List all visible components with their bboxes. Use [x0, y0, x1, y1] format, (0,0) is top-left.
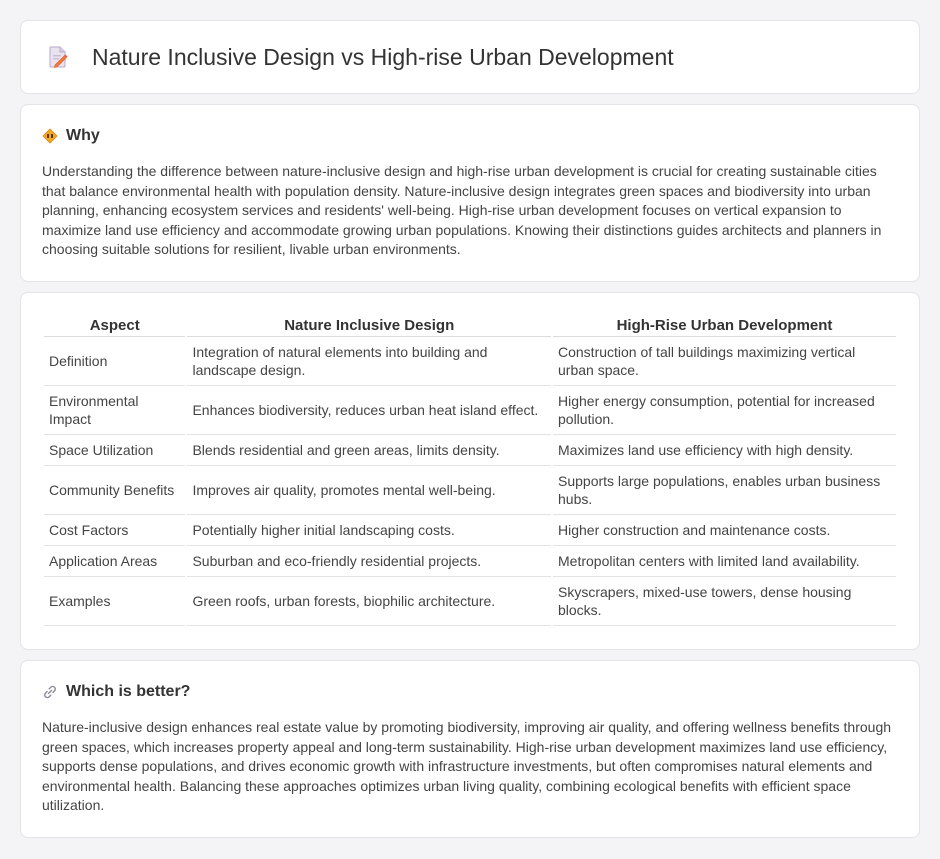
table-row: Definition Integration of natural elemen… — [44, 337, 896, 386]
column-header-aspect: Aspect — [44, 314, 186, 337]
diamond-sign-icon — [42, 128, 58, 144]
table-cell: Definition — [44, 337, 186, 386]
table-cell: Supports large populations, enables urba… — [553, 466, 896, 515]
table-row: Space Utilization Blends residential and… — [44, 435, 896, 466]
comparison-table-card: Aspect Nature Inclusive Design High-Rise… — [20, 292, 920, 650]
column-header-highrise: High-Rise Urban Development — [553, 314, 896, 337]
table-cell: Metropolitan centers with limited land a… — [553, 546, 896, 577]
table-row: Cost Factors Potentially higher initial … — [44, 515, 896, 546]
which-better-section: Which is better? Nature-inclusive design… — [20, 660, 920, 838]
table-cell: Suburban and eco-friendly residential pr… — [187, 546, 551, 577]
why-section: Why Understanding the difference between… — [20, 104, 920, 282]
link-icon — [42, 684, 58, 700]
table-row: Application Areas Suburban and eco-frien… — [44, 546, 896, 577]
table-cell: Maximizes land use efficiency with high … — [553, 435, 896, 466]
header-card: Nature Inclusive Design vs High-rise Urb… — [20, 20, 920, 94]
table-cell: Examples — [44, 577, 186, 626]
table-cell: Community Benefits — [44, 466, 186, 515]
column-header-nature: Nature Inclusive Design — [187, 314, 551, 337]
which-better-title: Which is better? — [66, 683, 191, 700]
table-cell: Enhances biodiversity, reduces urban hea… — [187, 386, 551, 435]
table-cell: Construction of tall buildings maximizin… — [553, 337, 896, 386]
which-better-heading: Which is better? — [42, 683, 898, 701]
table-row: Examples Green roofs, urban forests, bio… — [44, 577, 896, 626]
table-cell: Blends residential and green areas, limi… — [187, 435, 551, 466]
table-header-row: Aspect Nature Inclusive Design High-Rise… — [44, 314, 896, 337]
table-cell: Higher construction and maintenance cost… — [553, 515, 896, 546]
table-cell: Cost Factors — [44, 515, 186, 546]
table-row: Community Benefits Improves air quality,… — [44, 466, 896, 515]
table-cell: Environmental Impact — [44, 386, 186, 435]
table-cell: Potentially higher initial landscaping c… — [187, 515, 551, 546]
why-text: Understanding the difference between nat… — [42, 163, 882, 258]
table-row: Environmental Impact Enhances biodiversi… — [44, 386, 896, 435]
document-edit-icon — [46, 45, 70, 69]
page-title: Nature Inclusive Design vs High-rise Urb… — [92, 43, 674, 70]
table-cell: Green roofs, urban forests, biophilic ar… — [187, 577, 551, 626]
table-cell: Integration of natural elements into bui… — [187, 337, 551, 386]
why-title: Why — [66, 127, 100, 144]
comparison-table: Aspect Nature Inclusive Design High-Rise… — [42, 314, 898, 626]
table-cell: Skyscrapers, mixed-use towers, dense hou… — [553, 577, 896, 626]
which-better-text: Nature-inclusive design enhances real es… — [42, 719, 892, 814]
table-cell: Application Areas — [44, 546, 186, 577]
why-heading: Why — [42, 127, 898, 145]
table-cell: Space Utilization — [44, 435, 186, 466]
table-cell: Improves air quality, promotes mental we… — [187, 466, 551, 515]
table-cell: Higher energy consumption, potential for… — [553, 386, 896, 435]
